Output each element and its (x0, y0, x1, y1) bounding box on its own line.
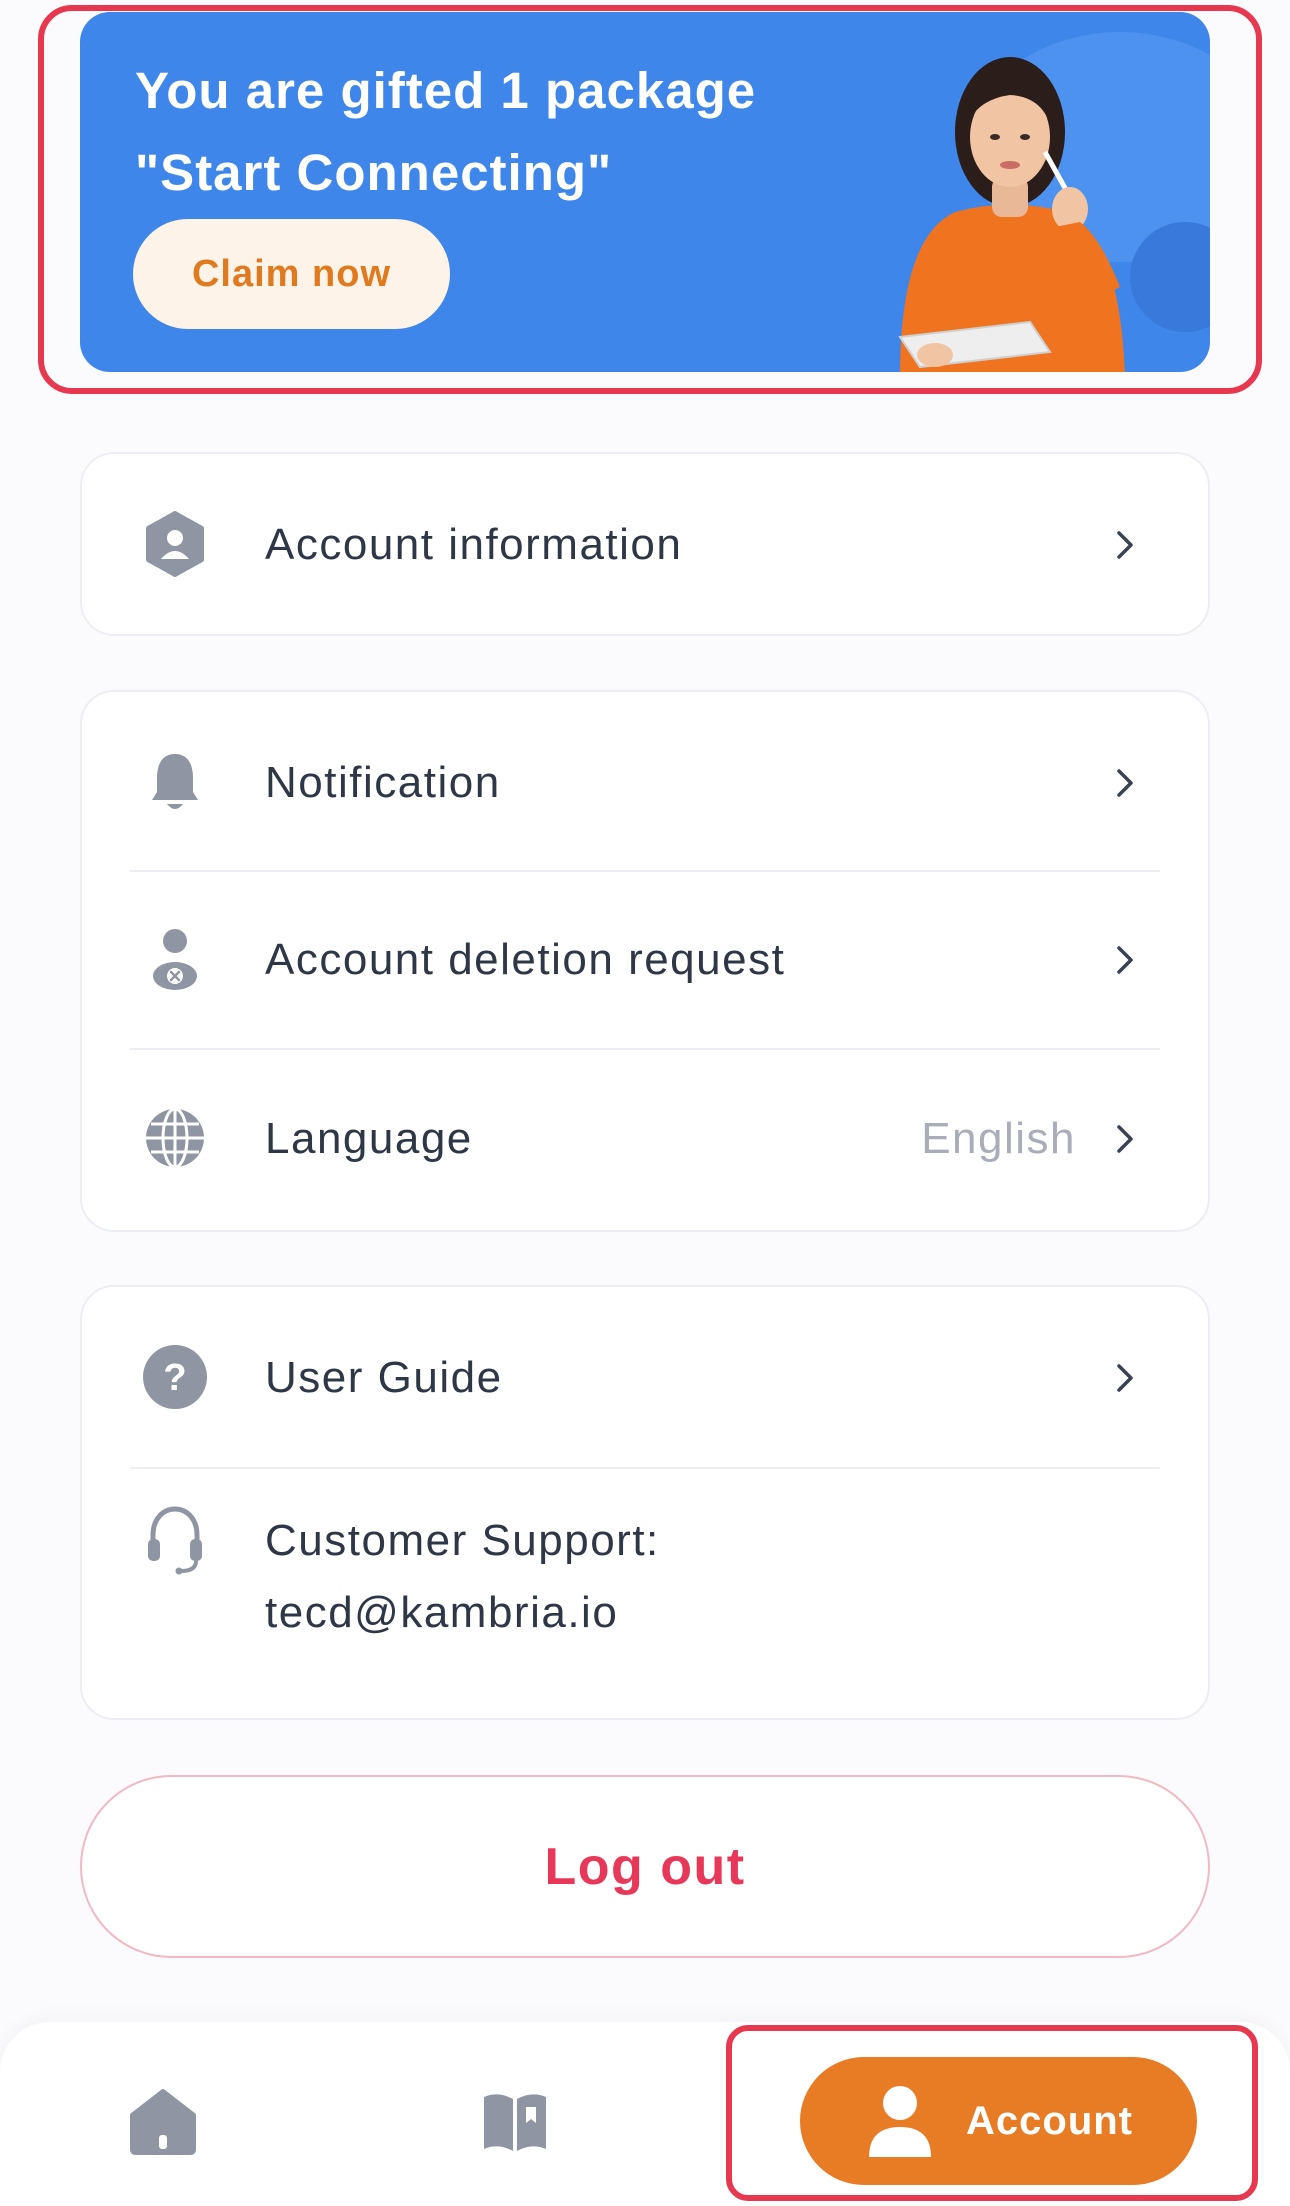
account-deletion-label: Account deletion request (265, 935, 786, 984)
customer-support-text: Customer Support: tecd@kambria.io (265, 1505, 660, 1649)
notification-item[interactable]: Notification (82, 692, 1208, 870)
home-icon[interactable] (128, 2087, 198, 2157)
chevron-right-icon (1110, 768, 1140, 798)
book-icon[interactable] (480, 2087, 550, 2157)
user-guide-item[interactable]: ? User Guide (82, 1287, 1208, 1467)
logout-button[interactable]: Log out (80, 1775, 1210, 1958)
user-shield-icon (140, 509, 210, 579)
language-item[interactable]: Language English (82, 1050, 1208, 1230)
user-guide-label: User Guide (265, 1353, 503, 1402)
settings-card: Notification Account deletion request La… (80, 690, 1210, 1232)
chevron-right-icon (1110, 530, 1140, 560)
chevron-right-icon (1110, 945, 1140, 975)
account-information-label: Account information (265, 520, 683, 569)
user-remove-icon (140, 924, 210, 994)
language-label: Language (265, 1114, 473, 1163)
highlight-frame (726, 2025, 1258, 2201)
support-email[interactable]: tecd@kambria.io (265, 1577, 660, 1649)
globe-icon (140, 1103, 210, 1173)
account-info-card: Account information (80, 452, 1210, 636)
svg-text:?: ? (163, 1357, 186, 1399)
bell-icon (140, 747, 210, 817)
notification-label: Notification (265, 758, 501, 807)
language-value: English (921, 1114, 1076, 1163)
highlight-frame (38, 5, 1262, 394)
account-deletion-item[interactable]: Account deletion request (82, 872, 1208, 1048)
headset-icon (140, 1505, 210, 1575)
account-information-item[interactable]: Account information (82, 454, 1208, 634)
customer-support-label: Customer Support: (265, 1516, 660, 1565)
chevron-right-icon (1110, 1363, 1140, 1393)
question-circle-icon: ? (140, 1342, 210, 1412)
help-card: ? User Guide Customer Support: tecd@kamb… (80, 1285, 1210, 1720)
chevron-right-icon (1110, 1124, 1140, 1154)
customer-support-item[interactable]: Customer Support: tecd@kambria.io (82, 1469, 1208, 1719)
